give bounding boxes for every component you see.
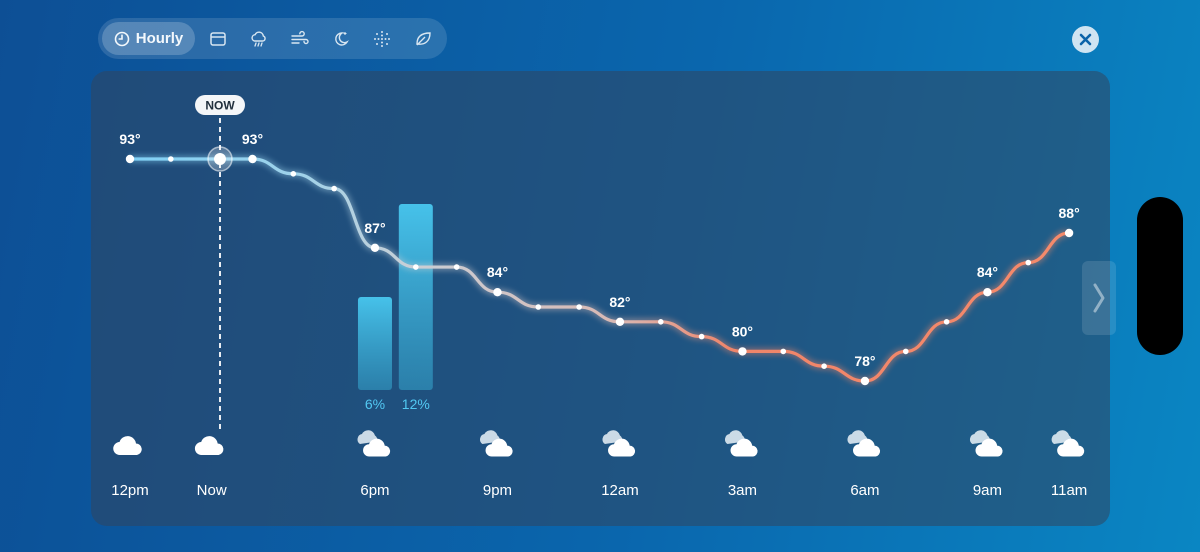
temperature-label: 87° bbox=[364, 220, 385, 236]
temperature-label: 78° bbox=[854, 353, 875, 369]
partly-cloudy-icon bbox=[1051, 430, 1085, 457]
temperature-point-major bbox=[615, 317, 625, 326]
temperature-label: 93° bbox=[119, 131, 140, 147]
temperature-point-major bbox=[493, 288, 502, 297]
partly-cloudy-icon bbox=[357, 430, 391, 457]
hour-label: 6pm bbox=[360, 482, 389, 499]
cloud-shape bbox=[194, 436, 224, 456]
temperature-point-major bbox=[1064, 228, 1074, 238]
temperature-points bbox=[125, 154, 1074, 386]
precip-bar bbox=[357, 297, 392, 390]
hour-label: 11am bbox=[1051, 482, 1087, 499]
temperature-label: 84° bbox=[487, 264, 508, 280]
temperature-point bbox=[780, 348, 787, 355]
temperature-point bbox=[576, 304, 582, 310]
temperature-label: 82° bbox=[609, 294, 630, 310]
temperature-label: 88° bbox=[1059, 205, 1080, 221]
temperature-point bbox=[902, 348, 909, 355]
temperature-point-major bbox=[860, 376, 870, 386]
precip-bar bbox=[398, 204, 433, 390]
temperature-label: 80° bbox=[732, 323, 753, 339]
current-position-marker bbox=[207, 146, 233, 172]
temperature-point bbox=[1025, 259, 1032, 266]
temperature-point bbox=[657, 319, 664, 325]
cloud-icon bbox=[194, 436, 224, 456]
partly-cloudy-icon bbox=[602, 430, 636, 457]
temperature-point-major bbox=[125, 154, 135, 164]
cloud-icon bbox=[113, 436, 142, 456]
temperature-point bbox=[290, 171, 297, 177]
hour-label: 12pm bbox=[111, 482, 149, 499]
temperature-point-major bbox=[738, 347, 747, 356]
temperature-label: 93° bbox=[242, 131, 263, 147]
temperature-labels: 93° 93° 87° 84° 82° 80° 78° 84° 88° bbox=[119, 131, 1079, 369]
temperature-point bbox=[535, 304, 542, 310]
now-badge-label: NOW bbox=[205, 99, 235, 113]
precip-label: 12% bbox=[402, 396, 430, 412]
hour-label: 6am bbox=[850, 482, 879, 499]
hour-label: 9am bbox=[973, 482, 1002, 499]
partly-cloudy-icon bbox=[969, 430, 1003, 457]
hour-label: 12am bbox=[601, 482, 639, 499]
temperature-point bbox=[821, 363, 827, 370]
temperature-point bbox=[698, 333, 705, 340]
temperature-line-path bbox=[128, 157, 1071, 383]
temperature-point-major bbox=[370, 243, 380, 252]
partly-cloudy-icon bbox=[479, 430, 513, 457]
hour-label: 3am bbox=[728, 482, 757, 499]
temperature-line bbox=[128, 155, 1071, 385]
temperature-point bbox=[413, 264, 419, 270]
temperature-point bbox=[943, 319, 950, 325]
partly-cloudy-icon bbox=[724, 430, 758, 457]
hour-label: 9pm bbox=[483, 482, 512, 499]
temperature-label: 84° bbox=[977, 264, 998, 280]
temperature-point-major bbox=[983, 288, 992, 297]
temperature-point bbox=[453, 264, 460, 270]
now-badge: NOW bbox=[195, 95, 245, 115]
hour-label: Now bbox=[197, 482, 227, 499]
temperature-point bbox=[331, 185, 337, 192]
temperature-line-glow bbox=[130, 155, 1070, 385]
temperature-chart: 6% 12% NOW 93° 93° 87° 84° 82° 80° 78° 84° 88° 12… bbox=[111, 95, 1087, 499]
temperature-point-major bbox=[248, 154, 257, 164]
precip-label: 6% bbox=[365, 396, 385, 412]
temperature-point bbox=[168, 156, 174, 162]
hour-axis: 12pm Now 6pm 9pm 12am 3am 6am 9am 11am bbox=[111, 430, 1087, 499]
cloud-shape bbox=[113, 436, 142, 456]
partly-cloudy-icon bbox=[847, 430, 881, 457]
